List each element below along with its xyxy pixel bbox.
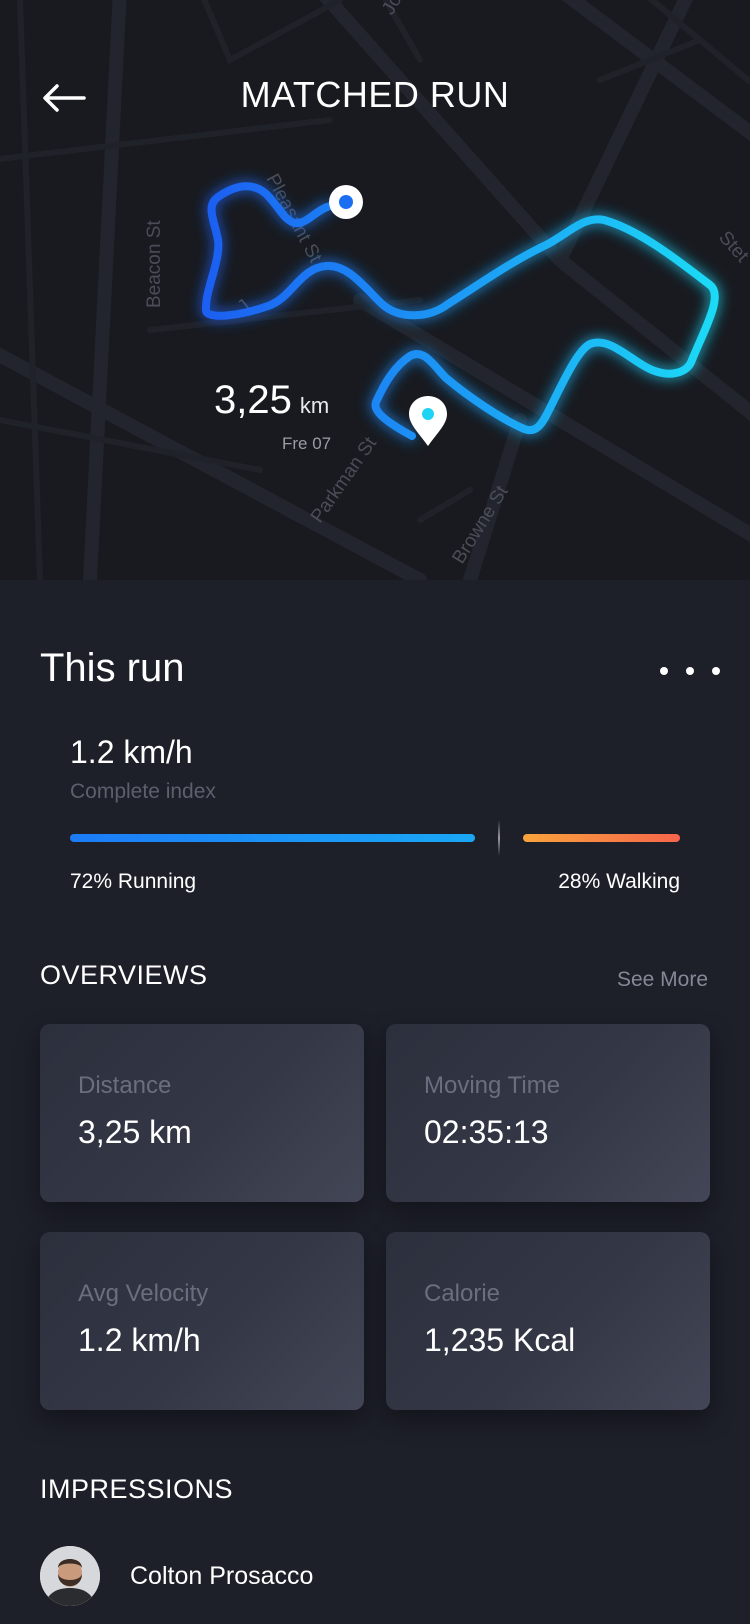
activity-split-bar [70, 820, 680, 856]
person-name: Colton Prosacco [130, 1562, 314, 1590]
speed-value: 1.2 km/h [70, 734, 193, 770]
overview-card-distance[interactable]: Distance 3,25 km [40, 1024, 364, 1202]
card-value: 02:35:13 [424, 1114, 549, 1150]
start-dot-icon[interactable] [329, 185, 363, 219]
overviews-title: OVERVIEWS [40, 960, 208, 990]
street-label-jo: Jo [378, 0, 406, 19]
street-label-beacon: Beacon St [144, 220, 165, 308]
section-title: This run [40, 646, 185, 690]
card-label: Distance [78, 1072, 172, 1099]
card-label: Calorie [424, 1280, 501, 1307]
overview-card-calorie[interactable]: Calorie 1,235 Kcal [386, 1232, 710, 1410]
walking-bar [523, 834, 680, 842]
see-more-link[interactable]: See More [617, 968, 708, 992]
running-bar [70, 834, 475, 842]
bar-divider [498, 820, 500, 856]
avatar[interactable] [40, 1546, 100, 1606]
overview-card-avg-velocity[interactable]: Avg Velocity 1.2 km/h [40, 1232, 364, 1410]
overview-card-moving-time[interactable]: Moving Time 02:35:13 [386, 1024, 710, 1202]
card-value: 1,235 Kcal [424, 1322, 576, 1358]
run-distance-unit: km [299, 393, 330, 418]
run-distance-value: 3,25 [214, 378, 292, 422]
card-value: 1.2 km/h [78, 1322, 201, 1358]
avatar-image [40, 1546, 100, 1606]
running-label: 72% Running [70, 870, 197, 893]
street-label-stet: Stet [714, 227, 750, 267]
run-day: Fre 07 [282, 434, 332, 453]
speed-label: Complete index [70, 780, 216, 803]
impressions-title: IMPRESSIONS [40, 1474, 234, 1504]
walking-label: 28% Walking [558, 870, 680, 893]
route-map[interactable]: Beacon St Pleasant St Parkman St Browne … [0, 0, 750, 580]
card-label: Avg Velocity [78, 1280, 209, 1307]
card-value: 3,25 km [78, 1114, 192, 1150]
more-dots-icon [660, 667, 668, 675]
card-label: Moving Time [424, 1072, 561, 1099]
run-distance: 3,25 km [214, 378, 329, 423]
page-title: MATCHED RUN [240, 74, 510, 115]
more-options-button[interactable] [660, 656, 720, 686]
run-details: This run 1.2 km/h Complete index 72% Run… [0, 580, 750, 1624]
